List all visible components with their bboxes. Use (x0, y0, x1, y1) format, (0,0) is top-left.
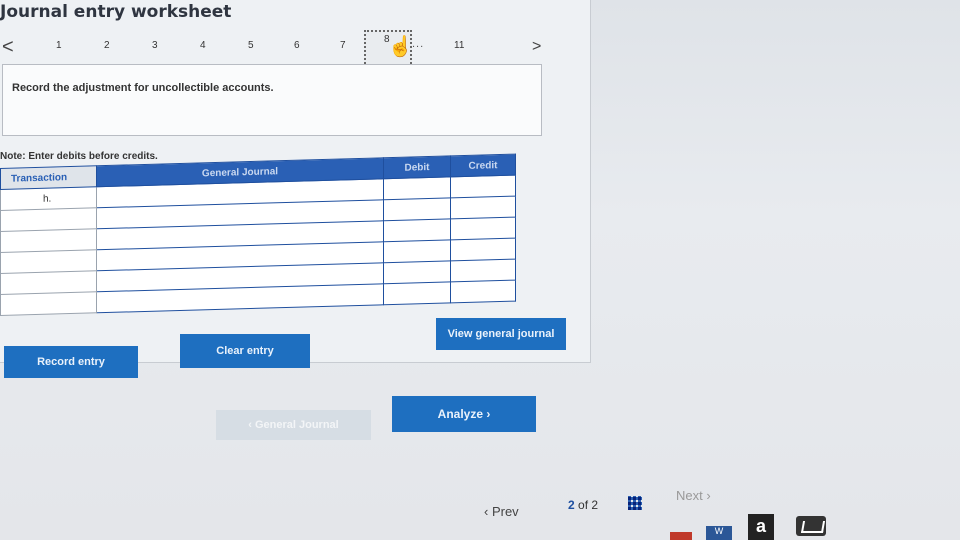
step-4[interactable]: 4 (200, 40, 206, 51)
view-general-journal-button[interactable]: View general journal (436, 318, 566, 350)
transaction-cell: h. (0, 186, 97, 211)
instruction-box: Record the adjustment for uncollectible … (2, 64, 542, 136)
credit-input[interactable] (450, 280, 516, 303)
analyze-button[interactable]: Analyze › (392, 396, 536, 432)
grid-icon[interactable] (628, 496, 642, 510)
credit-input[interactable] (450, 217, 516, 240)
page-title: Journal entry worksheet (0, 2, 232, 22)
transaction-cell (0, 249, 97, 274)
column-header-debit: Debit (383, 155, 451, 179)
step-3[interactable]: 3 (152, 40, 158, 51)
mail-icon[interactable] (796, 516, 826, 536)
instruction-text: Record the adjustment for uncollectible … (12, 82, 274, 94)
hand-cursor-icon: ☝ (388, 36, 413, 58)
general-journal-back-button[interactable]: ‹ General Journal (216, 410, 371, 440)
column-header-credit: Credit (450, 154, 516, 177)
transaction-cell (0, 270, 97, 295)
step-next-icon[interactable]: > (532, 36, 541, 58)
credit-input[interactable] (450, 259, 516, 282)
step-prev-icon[interactable]: < (2, 36, 14, 58)
column-header-transaction: Transaction (0, 165, 97, 190)
taskbar: W a (670, 512, 960, 540)
note-text: Note: Enter debits before credits. (0, 151, 158, 162)
page-current: 2 (568, 498, 575, 512)
debit-input[interactable] (383, 197, 451, 221)
transaction-cell (0, 207, 97, 232)
page-total: of 2 (578, 498, 599, 512)
credit-input[interactable] (450, 238, 516, 261)
amazon-icon[interactable]: a (748, 514, 774, 540)
clear-entry-button[interactable]: Clear entry (180, 334, 310, 368)
worksheet-panel: Journal entry worksheet < 1 2 3 4 5 6 7 … (0, 0, 591, 378)
transaction-cell (0, 291, 97, 316)
debit-input[interactable] (383, 260, 451, 284)
transaction-cell (0, 228, 97, 253)
record-entry-button[interactable]: Record entry (4, 346, 138, 378)
step-ellipsis: ... (412, 38, 425, 50)
debit-input[interactable] (383, 176, 451, 200)
debit-input[interactable] (383, 218, 451, 242)
credit-input[interactable] (450, 175, 516, 198)
word-icon[interactable]: W (706, 526, 732, 540)
step-6[interactable]: 6 (294, 40, 300, 51)
credit-input[interactable] (450, 196, 516, 219)
step-navigation: < 1 2 3 4 5 6 7 8 ☝ ... 11 > (0, 30, 560, 68)
step-2[interactable]: 2 (104, 40, 110, 51)
step-7[interactable]: 7 (340, 40, 346, 51)
journal-table: Transaction General Journal Debit Credit… (0, 153, 516, 316)
debit-input[interactable] (383, 281, 451, 305)
debit-input[interactable] (383, 239, 451, 263)
office-icon[interactable] (670, 532, 692, 540)
step-11[interactable]: 11 (454, 40, 464, 51)
page-indicator: 2 of 2 (568, 498, 598, 512)
step-5[interactable]: 5 (248, 40, 254, 51)
next-link[interactable]: Next › (676, 488, 711, 503)
step-1[interactable]: 1 (56, 40, 62, 51)
prev-link[interactable]: ‹ Prev (484, 504, 519, 519)
